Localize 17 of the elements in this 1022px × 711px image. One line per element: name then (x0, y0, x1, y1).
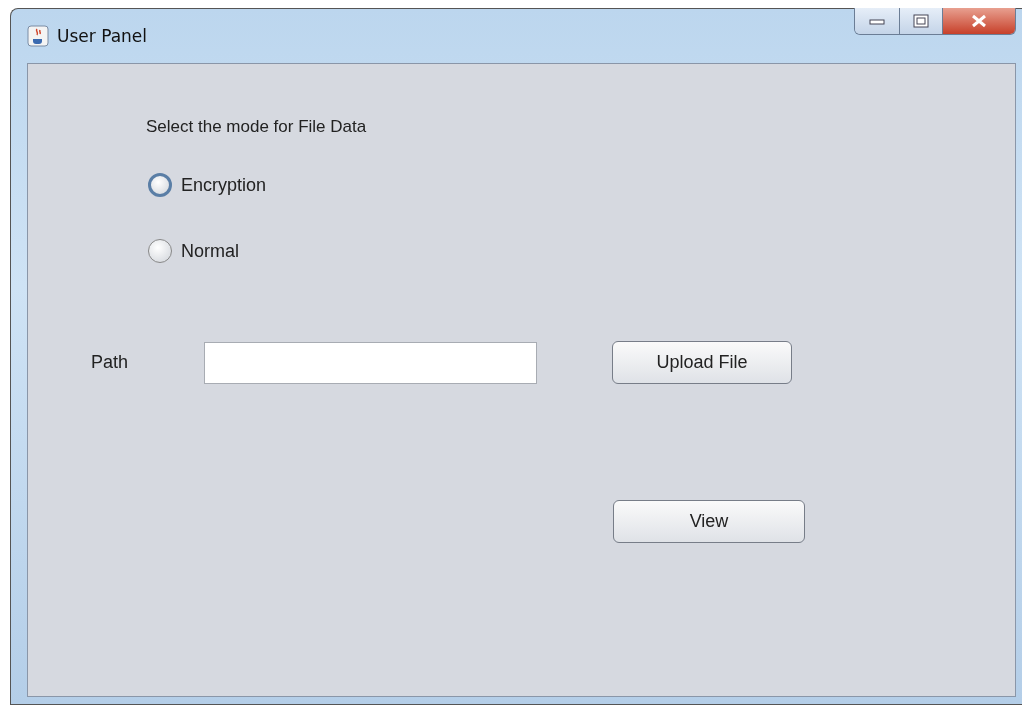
path-field[interactable] (204, 341, 537, 384)
close-button[interactable] (942, 8, 1015, 34)
minimize-button[interactable] (855, 8, 899, 34)
radio-button[interactable] (148, 173, 172, 197)
radio-label: Normal (181, 240, 239, 262)
radio-button[interactable] (148, 239, 172, 263)
java-cup-icon (27, 25, 49, 47)
window-title: User Panel (57, 26, 147, 46)
view-button[interactable]: View (613, 500, 805, 543)
upload-file-button[interactable]: Upload File (612, 341, 792, 384)
maximize-button[interactable] (899, 8, 942, 34)
prompt-text: Select the mode for File Data (146, 117, 368, 137)
minimize-icon (869, 17, 885, 25)
radio-label: Encryption (181, 174, 267, 196)
path-label: Path (91, 352, 130, 373)
close-icon (971, 14, 987, 28)
restore-icon (913, 14, 929, 28)
